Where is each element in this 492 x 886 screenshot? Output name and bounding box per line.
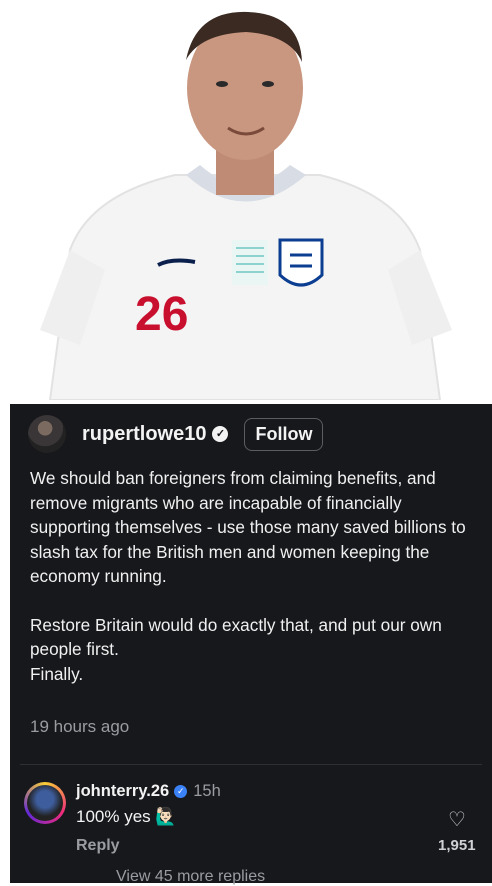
avatar[interactable]	[28, 415, 66, 453]
reply-avatar-image	[27, 785, 63, 821]
view-more-replies[interactable]: View 45 more replies	[116, 868, 265, 886]
footballer-photo: 26	[40, 11, 452, 401]
post-username[interactable]: rupertlowe10	[82, 423, 206, 446]
reply-text: 100% yes 🙋🏻‍♂️	[76, 807, 177, 826]
post-body: We should ban foreigners from claiming b…	[30, 466, 480, 686]
post-timestamp: 19 hours ago	[30, 717, 130, 736]
post-header: rupertlowe10 ✓ Follow	[28, 414, 324, 454]
divider	[20, 764, 482, 765]
verified-icon: ✓	[174, 785, 188, 798]
profile-photo: 26	[0, 0, 492, 401]
reply-header: johnterry.26 ✓ 15h	[76, 782, 221, 801]
like-count: 1,951	[438, 837, 476, 854]
post-card: rupertlowe10 ✓ Follow We should ban fore…	[10, 404, 492, 886]
shirt-number: 26	[135, 288, 188, 341]
post-paragraph-2: Restore Britain would do exactly that, a…	[30, 614, 442, 660]
reply-button[interactable]: Reply	[76, 837, 120, 855]
reply-time: 15h	[193, 782, 221, 800]
follow-button[interactable]: Follow	[244, 417, 324, 451]
post-paragraph-1: We should ban foreigners from claiming b…	[30, 468, 466, 586]
reply-username[interactable]: johnterry.26	[76, 782, 169, 801]
heart-icon[interactable]: ♡	[448, 807, 466, 832]
reply-avatar[interactable]	[24, 782, 66, 824]
verified-icon: ✓	[212, 426, 229, 442]
post-paragraph-3: Finally.	[30, 663, 84, 684]
